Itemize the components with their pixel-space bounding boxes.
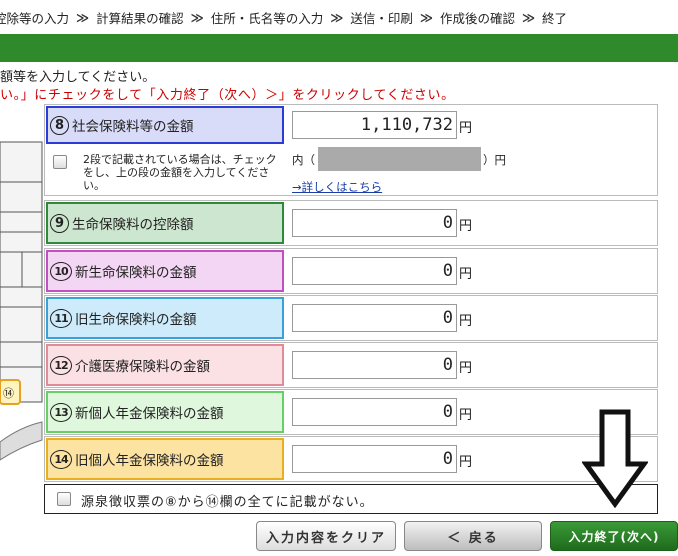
circled-number: 8: [50, 115, 69, 135]
step-item: 計算結果の確認: [96, 10, 184, 26]
row-label: 新個人年金保険料の金額: [75, 406, 224, 422]
circled-number: 10: [50, 261, 72, 281]
label-life-insurance-deduction: 9 生命保険料の控除額: [46, 202, 284, 244]
header-bar: [0, 34, 678, 62]
row-label: 生命保険料の控除額: [72, 217, 194, 233]
label-old-life-insurance: 11 旧生命保険料の金額: [46, 297, 284, 339]
row-life-insurance-deduction: 9 生命保険料の控除額 0 円: [44, 200, 658, 246]
step-separator: ≫: [76, 9, 90, 25]
two-line-note-text: 2段で記載されている場合は、チェックをし、上の段の金額を入力してください。: [83, 153, 277, 192]
no-entry-row: 源泉徴収票の⑧から⑭欄の全てに記載がない。: [44, 484, 658, 514]
label-new-pension-insurance: 13 新個人年金保険料の金額: [46, 391, 284, 433]
details-link[interactable]: →詳しくはこちら: [292, 179, 382, 195]
row-new-pension-insurance: 13 新個人年金保険料の金額 0 円: [44, 389, 658, 435]
unit-label: 円: [459, 219, 473, 234]
circled-number: 14: [50, 449, 72, 469]
row-old-pension-insurance: 14 旧個人年金保険料の金額 0 円: [44, 436, 658, 482]
step-item: 終了: [542, 10, 568, 26]
row-social-insurance: 8 社会保険料等の金額 1,110,732 円 2段で記載されている場合は、チェ…: [44, 104, 658, 196]
row-label: 新生命保険料の金額: [75, 265, 197, 281]
instruction-text: 額等を入力してください。: [0, 70, 156, 85]
no-entry-checkbox[interactable]: [57, 492, 71, 506]
step-item: 送信・印刷: [350, 10, 413, 26]
step-separator: ≫: [190, 9, 204, 25]
withholding-slip-image: ⑭: [0, 122, 44, 472]
back-button[interactable]: ＜ 戻る: [404, 521, 542, 551]
unit-label: 円: [459, 408, 473, 423]
unit-label: 円: [459, 314, 473, 329]
uchi-label: 内（: [292, 153, 315, 167]
social-insurance-field[interactable]: 1,110,732: [292, 111, 457, 139]
step-item: 作成後の確認: [439, 10, 515, 26]
down-arrow-icon: [582, 409, 648, 508]
instruction-warning: い。」にチェックをして「入力終了（次へ）＞」をクリックしてください。: [0, 88, 455, 103]
label-social-insurance: 8 社会保険料等の金額: [46, 106, 284, 144]
step-item: 住所・氏名等の入力: [210, 10, 324, 26]
row-label: 旧個人年金保険料の金額: [75, 453, 224, 469]
row-old-life-insurance: 11 旧生命保険料の金額 0 円: [44, 295, 658, 341]
row-nursing-medical-insurance: 12 介護医療保険料の金額 0 円: [44, 342, 658, 388]
unit-label: 円: [459, 455, 473, 470]
row-new-life-insurance: 10 新生命保険料の金額 0 円: [44, 248, 658, 294]
new-pension-insurance-field[interactable]: 0: [292, 398, 457, 426]
label-nursing-medical-insurance: 12 介護医療保険料の金額: [46, 344, 284, 386]
step-separator: ≫: [419, 9, 433, 25]
svg-text:⑭: ⑭: [3, 387, 14, 400]
step-item: 控除等の入力: [0, 10, 70, 26]
no-entry-label: 源泉徴収票の⑧から⑭欄の全てに記載がない。: [81, 495, 374, 510]
unit-label: 円: [459, 121, 473, 136]
step-navigation: 控除等の入力 ≫ 計算結果の確認 ≫ 住所・氏名等の入力 ≫ 送信・印刷 ≫ 作…: [0, 0, 678, 34]
old-pension-insurance-field[interactable]: 0: [292, 445, 457, 473]
unit-label: 円: [459, 267, 473, 282]
circled-number: 11: [50, 308, 72, 328]
circled-number: 13: [50, 402, 72, 422]
circled-number: 12: [50, 355, 72, 375]
uchi-unit-label: ）円: [483, 153, 506, 167]
row-label: 旧生命保険料の金額: [75, 312, 197, 328]
two-line-checkbox[interactable]: [53, 155, 67, 169]
finish-input-next-button[interactable]: 入力終了(次へ): [550, 521, 678, 551]
step-separator: ≫: [330, 9, 344, 25]
nursing-medical-insurance-field[interactable]: 0: [292, 351, 457, 379]
row-label: 社会保険料等の金額: [72, 119, 194, 135]
label-new-life-insurance: 10 新生命保険料の金額: [46, 250, 284, 292]
circled-number: 9: [50, 213, 69, 233]
label-old-pension-insurance: 14 旧個人年金保険料の金額: [46, 438, 284, 480]
old-life-insurance-field[interactable]: 0: [292, 304, 457, 332]
life-insurance-deduction-field[interactable]: 0: [292, 209, 457, 237]
uchi-amount-field[interactable]: [318, 147, 481, 171]
step-separator: ≫: [521, 9, 536, 25]
unit-label: 円: [459, 361, 473, 376]
clear-input-button[interactable]: 入力内容をクリア: [256, 521, 396, 551]
row-label: 介護医療保険料の金額: [75, 359, 210, 375]
new-life-insurance-field[interactable]: 0: [292, 257, 457, 285]
